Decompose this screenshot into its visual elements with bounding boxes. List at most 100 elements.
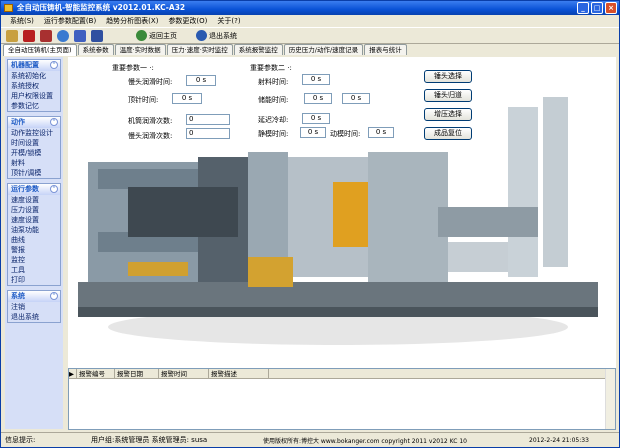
status-bar: 信息提示: 用户组:系统管理员 系统管理员: susa 使用版权所有:博控大 w… <box>1 432 619 447</box>
menu-about[interactable]: 关于(?) <box>212 15 245 27</box>
settings-icon[interactable] <box>74 29 86 42</box>
ejector-time-field[interactable]: 0 s <box>172 93 202 104</box>
menu-trend[interactable]: 趋势分析图表(X) <box>101 15 163 27</box>
label-injection-time: 射料时间: <box>258 78 289 86</box>
moving-mold-time-field[interactable]: 0 s <box>368 127 394 138</box>
head-lube-count-field[interactable]: 0 <box>186 128 230 139</box>
param-group-1-title: 重要参数一 ·: <box>112 64 154 72</box>
sidebar-item-param-memory[interactable]: 参数记忆 <box>8 101 60 111</box>
sidebar-item-time-settings[interactable]: 时间设置 <box>8 138 60 148</box>
sidebar-group-actions: 动作 ⌃ 动作监控设计 时间设置 开模/锁模 射料 顶针/调模 <box>7 116 61 179</box>
sidebar-item-monitor[interactable]: 监控 <box>8 255 60 265</box>
sidebar-item-tools[interactable]: 工具 <box>8 265 60 275</box>
sidebar-item-exit[interactable]: 退出系统 <box>8 312 60 322</box>
app-window: 全自动压铸机-智能监控系统 v2012.01.KC-A32 _ □ × 系统(S… <box>0 0 620 448</box>
sidebar-item-permissions[interactable]: 用户权限设置 <box>8 91 60 101</box>
status-hint: 信息提示: <box>5 436 36 444</box>
menu-param-change[interactable]: 参数更改(O) <box>163 15 212 27</box>
close-button[interactable]: × <box>605 2 617 14</box>
col-alarm-id[interactable]: 报警编号 <box>77 369 115 378</box>
alarm-table-scrollbar[interactable] <box>605 369 615 429</box>
box-icon[interactable] <box>40 29 52 42</box>
sidebar-item-speed[interactable]: 速度设置 <box>8 195 60 205</box>
alarm-table: ▶ 报警编号 报警日期 报警时间 报警描述 <box>68 368 616 430</box>
barrel-lube-count-field[interactable]: 0 <box>186 114 230 125</box>
machine-icon[interactable] <box>23 29 35 42</box>
sidebar-item-print[interactable]: 打印 <box>8 275 60 285</box>
hammer-select-button[interactable]: 锤头选择 <box>424 70 472 83</box>
label-accumulate-time: 储能时间: <box>258 96 289 104</box>
col-alarm-time[interactable]: 报警时间 <box>159 369 209 378</box>
window-title: 全自动压铸机-智能监控系统 v2012.01.KC-A32 <box>17 3 186 12</box>
label-moving-mold-time: 动模时间: <box>330 130 361 138</box>
monitor-icon[interactable] <box>91 29 103 42</box>
injection-time-field[interactable]: 0 s <box>302 74 330 85</box>
status-copyright: 使用版权所有:博控大 www.bokanger.com copyright 20… <box>263 437 467 445</box>
sidebar-group-header[interactable]: 机器配置 ⌃ <box>8 60 60 71</box>
alarm-table-header: ▶ 报警编号 报警日期 报警时间 报警描述 <box>69 369 615 379</box>
main-panel: 重要参数一 ·: 重要参数二 ·: 慢头润滑时间: 0 s 顶针时间: 0 s … <box>68 57 616 368</box>
sidebar-item-curve[interactable]: 曲线 <box>8 235 60 245</box>
menu-system[interactable]: 系统(S) <box>5 15 39 27</box>
tab-main[interactable]: 全自动压铸机(主页面) <box>3 44 77 56</box>
tab-system-params[interactable]: 系统参数 <box>77 44 114 55</box>
chevron-up-icon: ⌃ <box>50 61 58 69</box>
col-alarm-date[interactable]: 报警日期 <box>115 369 159 378</box>
exit-button-label: 退出系统 <box>209 31 237 40</box>
label-head-lube-time: 慢头润滑时间: <box>128 78 173 86</box>
sidebar-item-speed-2[interactable]: 速度设置 <box>8 215 60 225</box>
label-barrel-lube-count: 机筒润滑次数: <box>128 117 173 125</box>
tab-alarm-monitor[interactable]: 系统报警监控 <box>233 44 283 55</box>
sidebar-group-header[interactable]: 运行参数 ⌃ <box>8 184 60 195</box>
accumulate-time-field[interactable]: 0 s <box>304 93 332 104</box>
cooling-delay-field[interactable]: 0 s <box>302 113 330 124</box>
sidebar-group-header[interactable]: 系统 ⌃ <box>8 291 60 302</box>
menu-bar: 系统(S) 运行参数配置(B) 趋势分析图表(X) 参数更改(O) 关于(?) <box>1 15 619 27</box>
home-button[interactable]: 返回主页 <box>136 30 177 41</box>
sidebar: 机器配置 ⌃ 系统初始化 系统授权 用户权限设置 参数记忆 动作 ⌃ 动作监控设计 … <box>5 57 63 429</box>
tab-temperature[interactable]: 温度·实时数据 <box>114 44 166 55</box>
sidebar-item-ejector[interactable]: 顶针/调模 <box>8 168 60 178</box>
sidebar-item-injection[interactable]: 射料 <box>8 158 60 168</box>
title-bar: 全自动压铸机-智能监控系统 v2012.01.KC-A32 _ □ × <box>1 1 619 15</box>
hammer-return-button[interactable]: 锤头归道 <box>424 89 472 102</box>
tab-pressure-speed[interactable]: 压力·速度·实时监控 <box>166 44 233 55</box>
boost-select-button[interactable]: 增压选择 <box>424 108 472 121</box>
sidebar-item-pump[interactable]: 油泵功能 <box>8 225 60 235</box>
toolbar: 返回主页 退出系统 <box>1 27 619 44</box>
head-lube-time-field[interactable]: 0 s <box>186 75 216 86</box>
col-alarm-desc[interactable]: 报警描述 <box>209 369 269 378</box>
app-icon <box>4 4 13 12</box>
tab-strip: 全自动压铸机(主页面) 系统参数 温度·实时数据 压力·速度·实时监控 系统报警… <box>1 44 619 56</box>
minimize-button[interactable]: _ <box>577 2 589 14</box>
folder-icon[interactable] <box>6 29 18 42</box>
sidebar-group-run-params: 运行参数 ⌃ 速度设置 压力设置 速度设置 油泵功能 曲线 警报 监控 工具 打印 <box>7 183 61 286</box>
fixed-mold-time-field[interactable]: 0 s <box>300 127 326 138</box>
sidebar-item-logout[interactable]: 注销 <box>8 302 60 312</box>
sidebar-item-init[interactable]: 系统初始化 <box>8 71 60 81</box>
menu-run-config[interactable]: 运行参数配置(B) <box>39 15 101 27</box>
chevron-up-icon: ⌃ <box>50 118 58 126</box>
sidebar-group-machine-config: 机器配置 ⌃ 系统初始化 系统授权 用户权限设置 参数记忆 <box>7 59 61 112</box>
chevron-up-icon: ⌃ <box>50 185 58 193</box>
sidebar-item-alarm[interactable]: 警报 <box>8 245 60 255</box>
chart-icon[interactable] <box>57 29 69 42</box>
tab-history[interactable]: 历史压力/动作/速度记录 <box>283 44 364 55</box>
exit-button[interactable]: 退出系统 <box>196 30 237 41</box>
product-reset-button[interactable]: 成品复位 <box>424 127 472 140</box>
accumulate-time-field-2[interactable]: 0 s <box>342 93 370 104</box>
sidebar-item-auth[interactable]: 系统授权 <box>8 81 60 91</box>
label-cooling-delay: 延迟冷却: <box>258 116 289 124</box>
label-head-lube-count: 慢头润滑次数: <box>128 132 173 140</box>
maximize-button[interactable]: □ <box>591 2 603 14</box>
sidebar-item-mold[interactable]: 开模/锁模 <box>8 148 60 158</box>
sidebar-item-action-design[interactable]: 动作监控设计 <box>8 128 60 138</box>
label-fixed-mold-time: 静模时间: <box>258 130 289 138</box>
sidebar-group-system: 系统 ⌃ 注销 退出系统 <box>7 290 61 323</box>
home-icon <box>136 30 147 41</box>
sidebar-item-pressure[interactable]: 压力设置 <box>8 205 60 215</box>
sidebar-group-header[interactable]: 动作 ⌃ <box>8 117 60 128</box>
status-datetime: 2012-2-24 21:05:33 <box>529 436 589 444</box>
label-ejector-time: 顶针时间: <box>128 96 159 104</box>
tab-reports[interactable]: 报表与统计 <box>364 44 407 55</box>
